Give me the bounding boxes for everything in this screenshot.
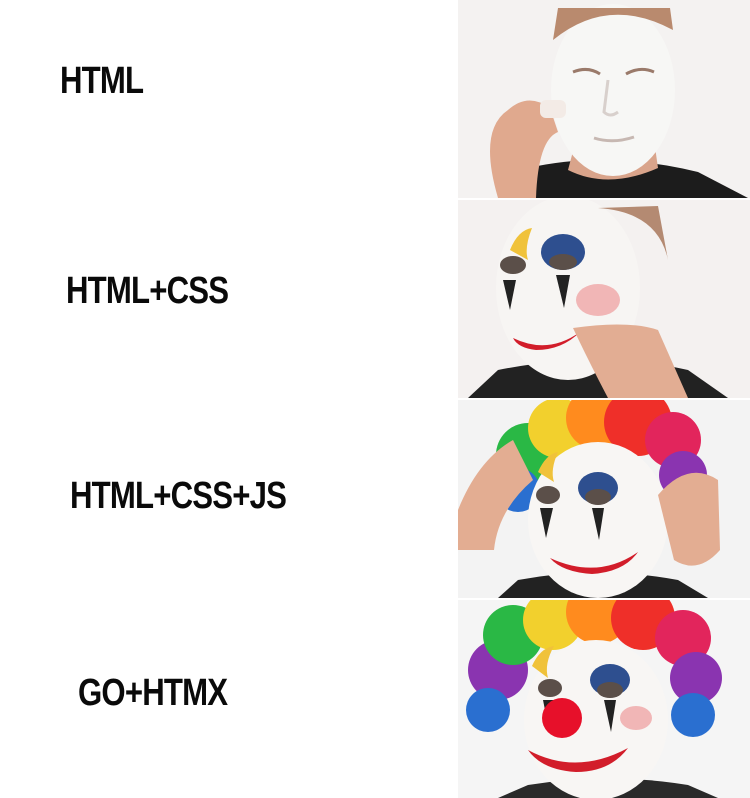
panel-rainbow-wig: [458, 400, 750, 598]
panel-full-clown: [458, 600, 750, 798]
clown-applying-makeup-meme: HTML HTML+CSS HTML+CSS+JS GO+HTMX: [0, 0, 750, 798]
panel-makeup-details: [458, 200, 750, 398]
caption-4: GO+HTMX: [78, 672, 228, 714]
red-nose: [542, 698, 582, 738]
panel-white-face: [458, 0, 750, 198]
rainbow-wig-photo: [458, 400, 750, 598]
caption-1: HTML: [60, 60, 144, 102]
caption-2: HTML+CSS: [66, 270, 229, 312]
white-face-photo: [458, 0, 750, 198]
full-clown-photo: [458, 600, 750, 798]
caption-3: HTML+CSS+JS: [70, 475, 287, 517]
makeup-details-photo: [458, 200, 750, 398]
